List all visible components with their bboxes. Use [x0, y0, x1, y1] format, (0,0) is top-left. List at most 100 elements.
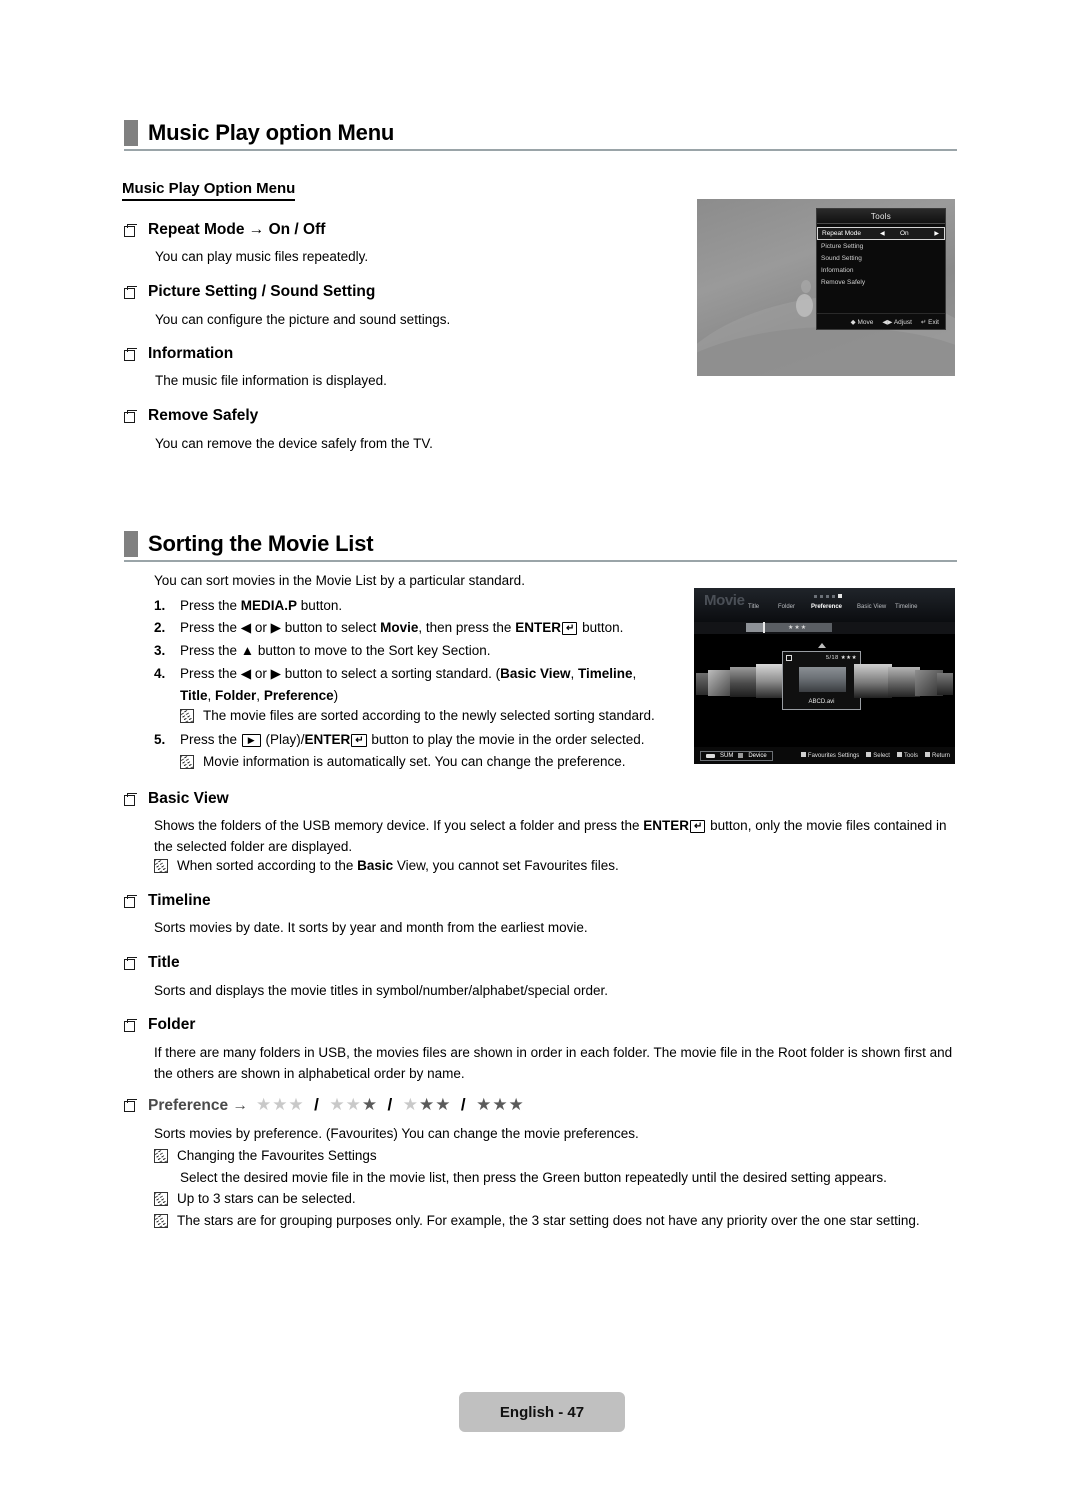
checkbox-bullet-icon — [124, 224, 137, 237]
movie-footer-bar: SUM Device Favourites Settings Select To… — [694, 747, 955, 764]
sorting-intro: You can sort movies in the Movie List by… — [154, 573, 525, 588]
yellow-button-icon — [866, 752, 872, 757]
tools-row-value: On — [900, 230, 909, 237]
step-number: 5. — [154, 732, 166, 747]
tv-screenshot-tools-menu: Tools Repeat Mode ◀ On ▶ Picture Setting… — [697, 199, 955, 376]
checkbox-bullet-icon — [124, 410, 137, 423]
background-orb — [796, 294, 813, 317]
nav-item-title[interactable]: Title — [748, 604, 759, 610]
footer-label-sum: SUM — [720, 752, 734, 759]
note-text: Up to 3 stars can be selected. — [177, 1191, 356, 1206]
star-separator: / — [314, 1095, 320, 1114]
page-dot-active — [838, 594, 842, 598]
heading-marker-icon — [124, 120, 138, 146]
selected-card-filename: ABCD.avi — [808, 699, 835, 705]
star-group-1: ★★★ — [329, 1095, 379, 1114]
footer-action-select[interactable]: Select — [866, 752, 890, 759]
star-separator: / — [460, 1095, 467, 1114]
page-dot — [820, 595, 823, 598]
nav-item-basic-view[interactable]: Basic View — [857, 604, 886, 610]
footer-action-return[interactable]: Return — [924, 752, 950, 759]
sort-option-timeline: Timeline — [124, 892, 211, 910]
tools-panel-title: Tools — [817, 209, 945, 224]
movie-footer-actions: Favourites Settings Select Tools Return — [800, 752, 950, 759]
device-icon — [738, 753, 744, 758]
note-pencil-icon — [180, 755, 194, 769]
note-text: Changing the Favourites Settings — [177, 1148, 377, 1163]
step-number: 1. — [154, 598, 166, 613]
movie-filter-bar: ★★★ — [694, 622, 955, 634]
sort-option-desc-basic-view: Shows the folders of the USB memory devi… — [154, 818, 947, 854]
step-text: Press the MEDIA.P button. — [180, 598, 343, 613]
leftright-arrow-icon: ◀▶ — [882, 318, 893, 326]
tools-row-label: Remove Safely — [821, 278, 866, 286]
option-desc-picture-sound-setting: You can configure the picture and sound … — [155, 312, 451, 327]
tools-footer-label: Move — [857, 318, 874, 326]
heading-marker-icon — [124, 531, 138, 557]
selected-movie-card[interactable]: 5/18 ★★★ ABCD.avi — [782, 651, 861, 710]
step-text: Press the ▶ (Play)/ENTER ↵ button to play… — [180, 732, 645, 747]
step-number: 3. — [154, 643, 166, 658]
option-item-remove-safely: Remove Safely — [124, 407, 258, 425]
tools-panel-footer: ◆ Move ◀▶ Adjust ↵ Exit — [817, 313, 945, 329]
sort-option-note-basic-view: When sorted according to the Basic View,… — [154, 856, 619, 876]
tools-row-remove-safely[interactable]: Remove Safely — [817, 276, 945, 288]
filter-stars: ★★★ — [788, 625, 808, 631]
nav-item-preference[interactable]: Preference — [811, 604, 842, 610]
preference-desc: Sorts movies by preference. (Favourites)… — [154, 1126, 639, 1141]
preference-note-2: Up to 3 stars can be selected. — [154, 1189, 356, 1209]
page-dot — [826, 595, 829, 598]
option-label: Picture Setting / Sound Setting — [148, 283, 376, 300]
step-4: 4. Press the ◀ or ▶ button to select a s… — [154, 663, 636, 707]
sub-heading-music-play-option: Music Play Option Menu — [122, 180, 296, 201]
option-item-repeat-mode: Repeat Mode → On / Off — [124, 221, 325, 239]
left-arrow-icon[interactable]: ◀ — [880, 230, 885, 237]
note-text: When sorted according to the Basic View,… — [177, 858, 619, 873]
star-group-0: ★★★ — [255, 1095, 305, 1114]
exit-icon: ↵ — [920, 318, 927, 326]
tools-footer-move: ◆ Move — [851, 318, 874, 326]
sort-option-basic-view: Basic View — [124, 790, 229, 808]
selected-card-header: 5/18 ★★★ — [783, 652, 860, 663]
page-dot — [832, 595, 835, 598]
selected-card-meta: 5/18 ★★★ — [826, 655, 857, 661]
checkbox-bullet-icon — [124, 348, 137, 361]
select-checkbox-icon[interactable] — [786, 654, 792, 661]
tools-row-information[interactable]: Information — [817, 264, 945, 276]
step-text: Press the ◀ or ▶ button to select a sort… — [180, 666, 637, 703]
footer-action-label: Return — [931, 753, 950, 759]
sort-option-label: Folder — [148, 1016, 196, 1033]
heading-rule — [124, 560, 957, 562]
updown-arrow-icon: ◆ — [850, 318, 856, 326]
star-group-2: ★★★ — [402, 1095, 452, 1114]
footer-action-favourites[interactable]: Favourites Settings — [800, 752, 859, 759]
tools-row-sound-setting[interactable]: Sound Setting — [817, 252, 945, 264]
tools-row-picture-setting[interactable]: Picture Setting — [817, 240, 945, 252]
footer-action-label: Select — [873, 753, 890, 759]
footer-action-tools[interactable]: Tools — [896, 752, 918, 759]
section-heading-sorting-movie-list: Sorting the Movie List — [124, 531, 374, 557]
tools-footer-adjust: ◀▶ Adjust — [882, 318, 912, 326]
nav-item-timeline[interactable]: Timeline — [895, 604, 917, 610]
right-arrow-icon[interactable]: ▶ — [934, 230, 939, 237]
section-title: Sorting the Movie List — [148, 531, 374, 556]
step-number: 2. — [154, 620, 166, 635]
option-desc-remove-safely: You can remove the device safely from th… — [155, 436, 433, 451]
movie-thumbnail-stage: 1231.avi 1232.avi 1233.avi 5/18 ★★★ ABCD… — [694, 634, 955, 744]
tools-row-label: Information — [821, 266, 854, 274]
thumbnail-item[interactable] — [937, 673, 953, 695]
sort-option-label: Basic View — [148, 790, 229, 807]
thumbnail-item[interactable]: 1235.avi — [854, 664, 892, 698]
tools-row-repeat-mode[interactable]: Repeat Mode ◀ On ▶ — [817, 227, 945, 240]
sort-option-folder: Folder — [124, 1016, 195, 1034]
step-4-note: The movie files are sorted according to … — [180, 706, 655, 726]
step-2: 2. Press the ◀ or ▶ button to select Mov… — [154, 617, 623, 639]
selected-card-counter: 5/18 — [825, 654, 839, 661]
star-separator: / — [387, 1095, 394, 1114]
checkbox-bullet-icon — [124, 957, 137, 970]
checkbox-bullet-icon — [124, 895, 137, 908]
sort-option-label: Timeline — [148, 892, 211, 909]
section-heading-music-play: Music Play option Menu — [124, 120, 394, 146]
movie-sort-nav: Title Folder Preference Basic View Timel… — [694, 604, 955, 616]
nav-item-folder[interactable]: Folder — [778, 604, 795, 610]
